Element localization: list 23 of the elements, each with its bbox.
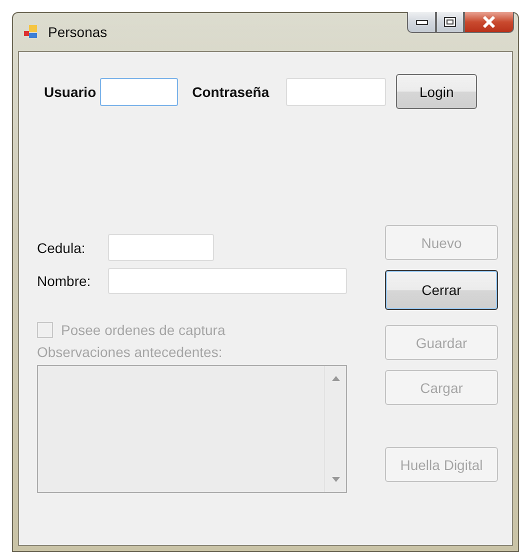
text-input[interactable] (108, 234, 214, 261)
action-button[interactable]: Cerrar (385, 270, 498, 310)
checkbox-label: Posee ordenes de captura (61, 322, 226, 338)
scroll-down-icon (332, 477, 340, 482)
password-label: Contraseña (192, 84, 270, 100)
observations-label: Observaciones antecedentes: (37, 344, 224, 360)
close-button[interactable] (464, 12, 514, 33)
password-input[interactable] (286, 78, 386, 106)
login-button[interactable]: Login (396, 74, 478, 109)
user-label: Usuario (44, 84, 96, 100)
field-label: Cedula: (37, 240, 86, 256)
text-input[interactable] (108, 268, 347, 294)
observations-textarea[interactable] (37, 365, 347, 493)
maximize-icon (444, 17, 456, 27)
minimize-button[interactable] (407, 12, 436, 33)
field-label: Nombre: (37, 273, 92, 289)
scroll-up-icon (332, 376, 340, 381)
close-icon (482, 16, 496, 28)
minimize-icon (416, 20, 428, 24)
app-icon (24, 25, 38, 39)
maximize-button[interactable] (436, 12, 464, 33)
user-input[interactable] (100, 78, 178, 106)
window-title: Personas (48, 24, 108, 40)
